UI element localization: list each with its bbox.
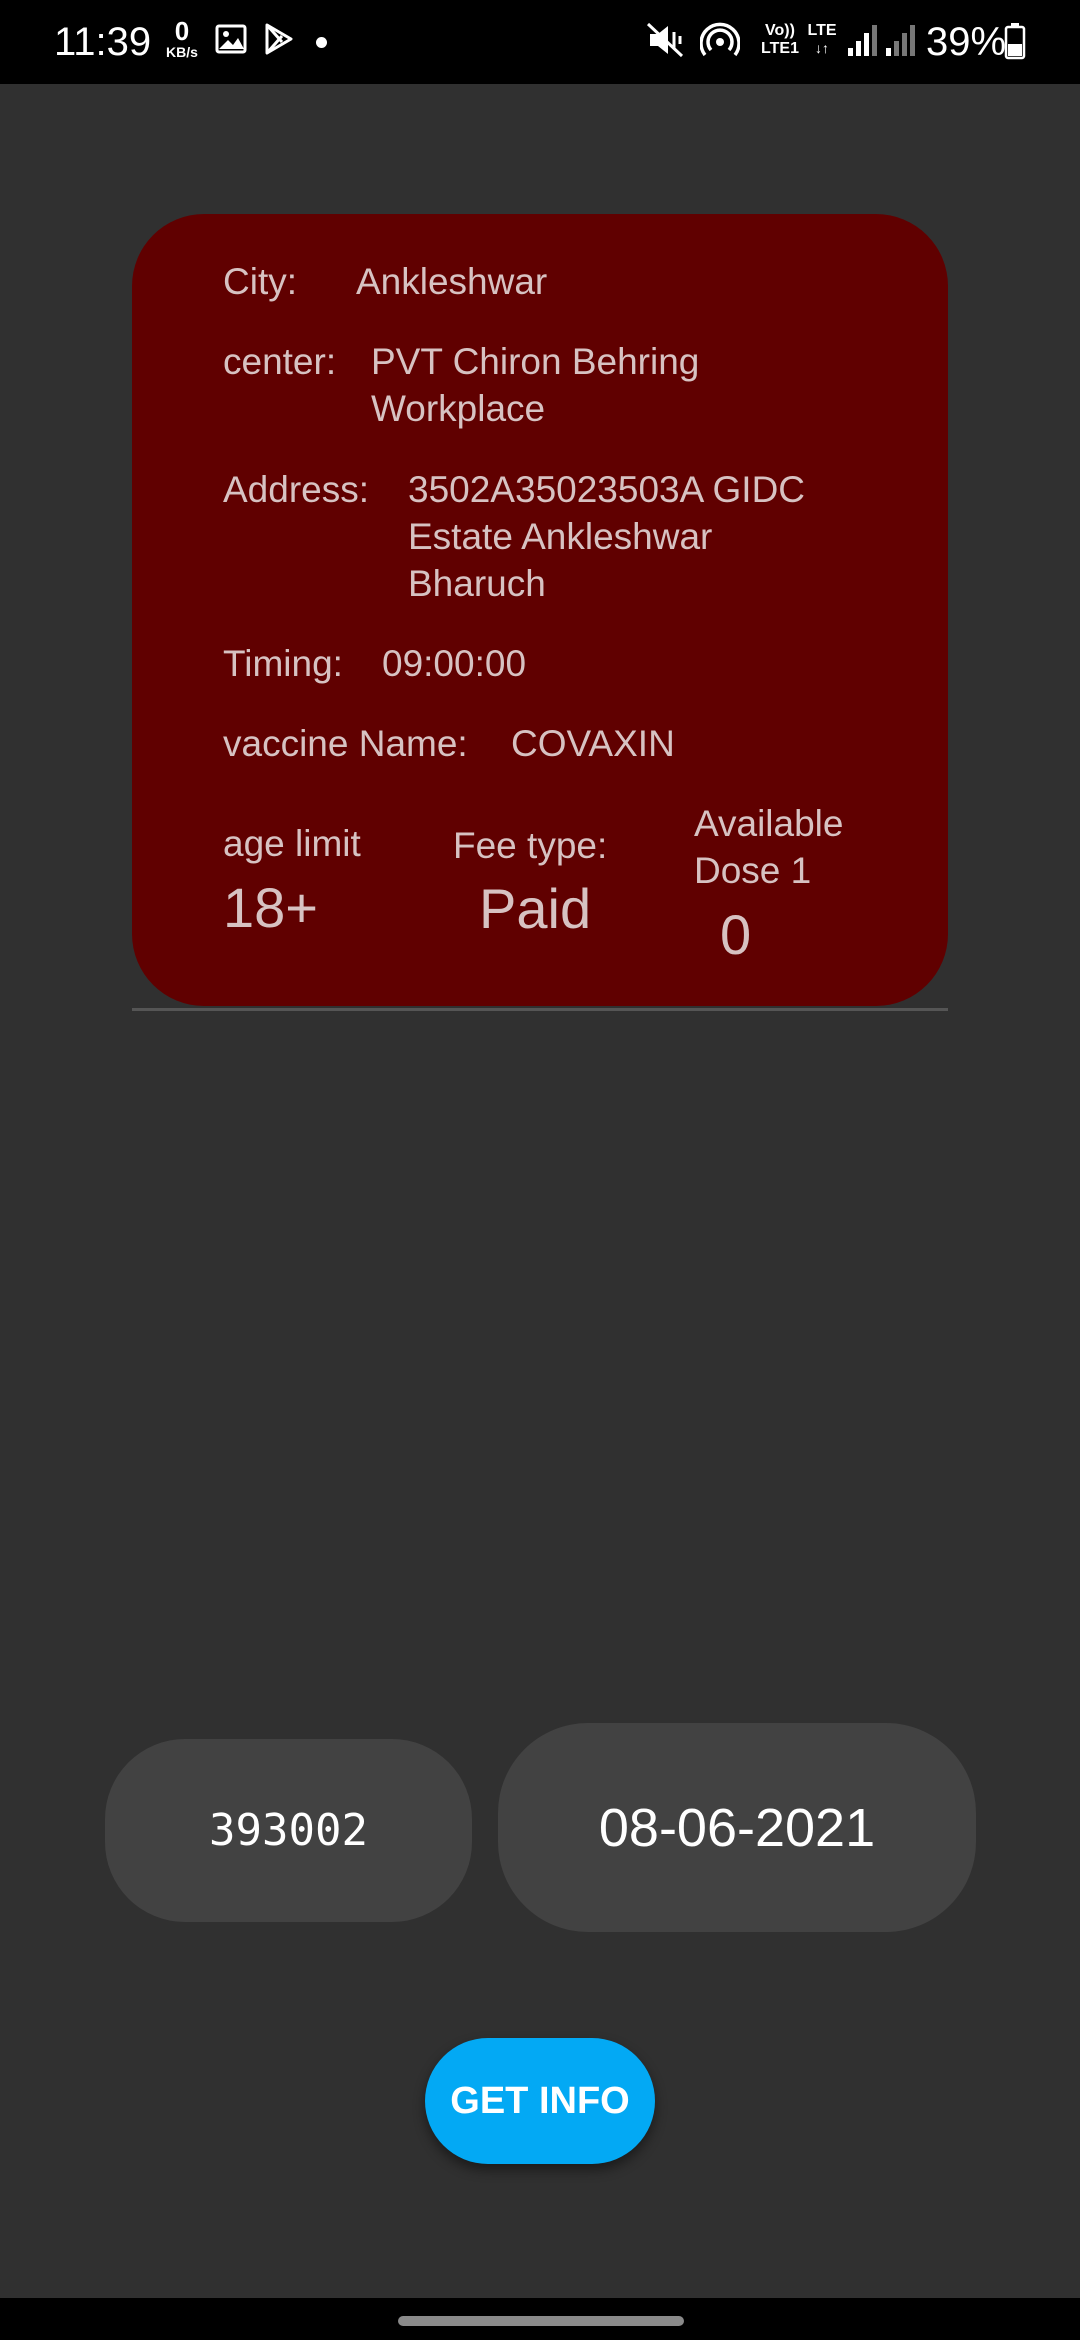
volte-label: Vo))	[765, 22, 795, 39]
city-value: Ankleshwar	[356, 261, 548, 302]
age-limit-value: 18+	[223, 876, 318, 939]
status-time: 11:39	[54, 20, 152, 64]
address-label: Address:	[223, 469, 370, 510]
net-speed-value: 0	[174, 16, 190, 46]
age-limit-label: age limit	[223, 823, 361, 864]
fee-type-value: Paid	[479, 877, 592, 940]
signal-icon	[886, 25, 915, 56]
list-divider	[132, 1008, 948, 1011]
address-value-line2: Estate Ankleshwar	[408, 516, 713, 557]
available-dose-label-line2: Dose 1	[694, 850, 812, 891]
notification-dot-icon	[316, 37, 327, 48]
timing-value: 09:00:00	[382, 643, 527, 684]
center-value-line1: PVT Chiron Behring	[371, 341, 700, 382]
battery-icon	[1004, 23, 1026, 60]
pincode-input[interactable]: 393002	[105, 1739, 472, 1922]
data-arrows-icon: ↓↑	[815, 40, 829, 56]
battery-percent: 39%	[926, 20, 1007, 64]
net-speed-indicator: 0 KB/s	[160, 18, 204, 60]
hotspot-icon	[700, 22, 740, 57]
status-bar: 11:39 0 KB/s Vo)) LTE1 LTE ↓↑ 39%	[0, 0, 1080, 84]
play-store-icon	[265, 23, 293, 55]
available-dose-value: 0	[720, 903, 752, 966]
date-input[interactable]: 08-06-2021	[498, 1723, 976, 1932]
timing-label: Timing:	[223, 643, 343, 684]
mute-vibrate-icon	[646, 22, 684, 58]
center-card: City: Ankleshwar center: PVT Chiron Behr…	[132, 214, 948, 1006]
volte-indicator: Vo)) LTE1	[758, 22, 802, 58]
lte-label: LTE	[807, 22, 837, 39]
lte-indicator: LTE ↓↑	[802, 22, 842, 56]
gallery-icon	[215, 24, 247, 54]
get-info-button[interactable]: GET INFO	[425, 2038, 655, 2164]
navigation-bar	[0, 2298, 1080, 2340]
fee-type-label: Fee type:	[453, 825, 608, 866]
available-dose-label-line1: Available	[694, 803, 844, 844]
address-value-line3: Bharuch	[408, 563, 546, 604]
signal-icon	[848, 25, 877, 56]
lte1-label: LTE1	[761, 40, 799, 57]
vaccine-value: COVAXIN	[511, 723, 675, 764]
center-value-line2: Workplace	[371, 388, 546, 429]
city-label: City:	[223, 261, 297, 302]
home-gesture-handle[interactable]	[398, 2316, 684, 2326]
center-label: center:	[223, 341, 337, 382]
vaccine-label: vaccine Name:	[223, 723, 468, 764]
address-value-line1: 3502A35023503A GIDC	[408, 469, 806, 510]
net-speed-unit: KB/s	[166, 44, 198, 60]
